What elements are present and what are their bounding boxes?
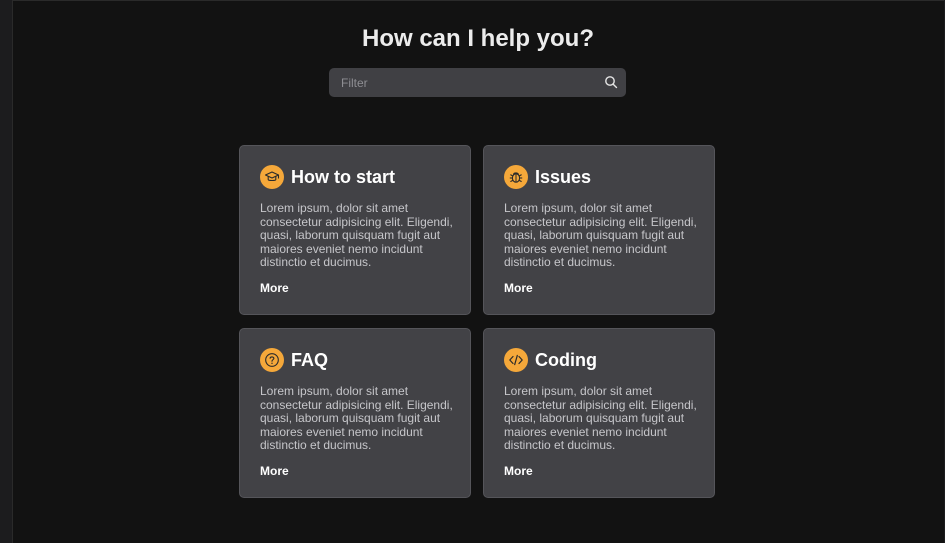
more-link[interactable]: More (260, 281, 289, 295)
card-description: Lorem ipsum, dolor sit amet consectetur … (504, 201, 697, 269)
card-description: Lorem ipsum, dolor sit amet consectetur … (504, 384, 697, 452)
search-box[interactable] (329, 68, 626, 97)
more-link[interactable]: More (260, 464, 289, 478)
code-icon (504, 348, 528, 372)
card-header: FAQ (260, 348, 328, 372)
help-page: How can I help you? How to start Lorem i… (12, 0, 944, 543)
card-header: How to start (260, 165, 395, 189)
card-header: Coding (504, 348, 597, 372)
card-description: Lorem ipsum, dolor sit amet consectetur … (260, 201, 453, 269)
card-faq: FAQ Lorem ipsum, dolor sit amet consecte… (239, 328, 471, 498)
question-icon (260, 348, 284, 372)
card-issues: Issues Lorem ipsum, dolor sit amet conse… (483, 145, 715, 315)
card-coding: Coding Lorem ipsum, dolor sit amet conse… (483, 328, 715, 498)
card-description: Lorem ipsum, dolor sit amet consectetur … (260, 384, 453, 452)
bug-icon (504, 165, 528, 189)
card-title: How to start (291, 166, 396, 187)
card-title: FAQ (291, 349, 329, 370)
more-link[interactable]: More (504, 464, 533, 478)
card-title: Coding (535, 349, 597, 370)
search-icon[interactable] (604, 75, 618, 89)
card-title: Issues (535, 166, 592, 187)
card-header: Issues (504, 165, 591, 189)
filter-input[interactable] (329, 68, 601, 97)
card-how-to-start: How to start Lorem ipsum, dolor sit amet… (239, 145, 471, 315)
graduation-cap-icon (260, 165, 284, 189)
more-link[interactable]: More (504, 281, 533, 295)
page-title: How can I help you? (361, 25, 595, 52)
